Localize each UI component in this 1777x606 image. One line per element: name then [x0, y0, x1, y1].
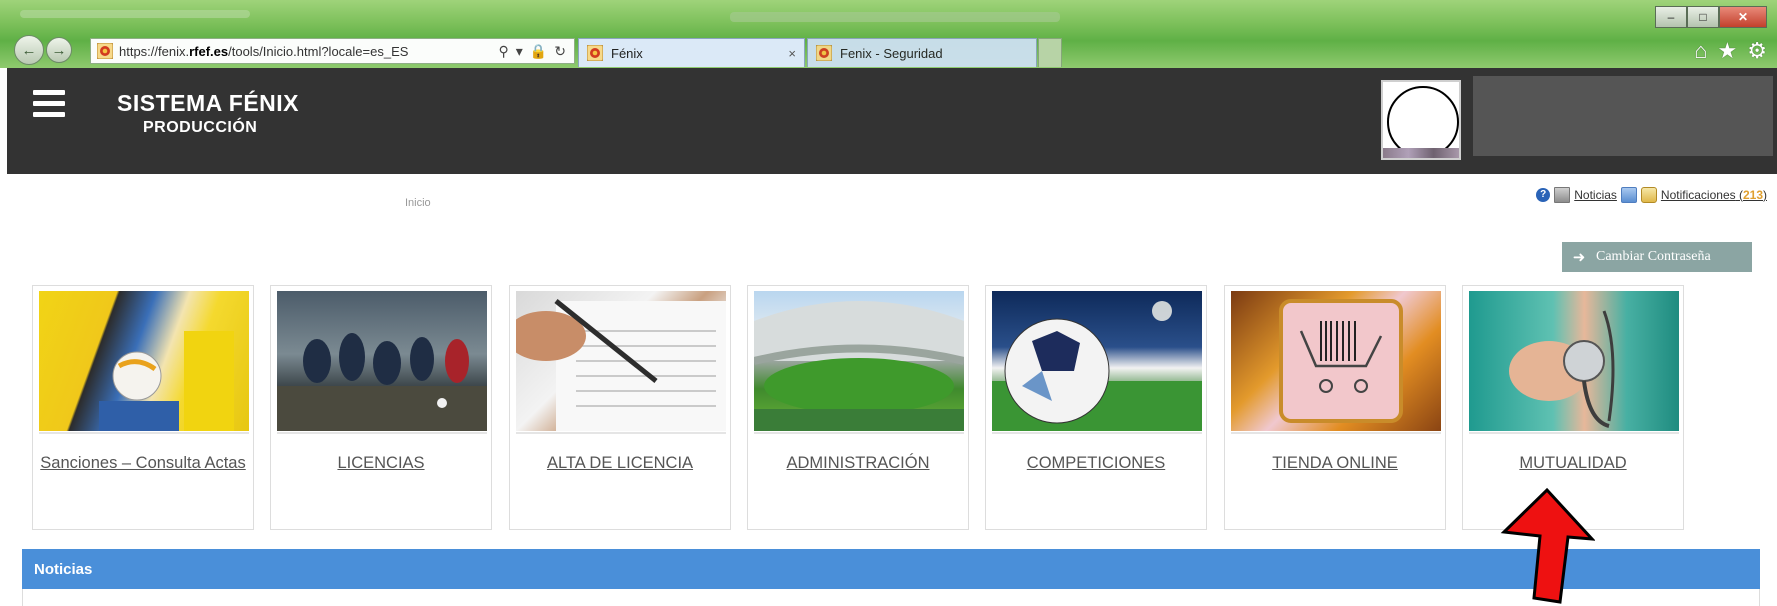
change-password-button[interactable]: ➜ Cambiar Contraseña [1562, 242, 1752, 272]
window-title-blur [730, 12, 1060, 22]
maximize-icon[interactable]: □ [1687, 6, 1719, 28]
news-icon [1554, 187, 1571, 203]
environment-label: PRODUCCIÓN [143, 119, 258, 136]
tile-alta-licencia[interactable]: ALTA DE LICENCIA [509, 285, 731, 530]
browser-chrome: ← → https://fenix.rfef.es/tools/Inicio.h… [0, 0, 1777, 68]
tile-licencias[interactable]: LICENCIAS [270, 285, 492, 530]
doctor-stethoscope-image [1469, 291, 1679, 431]
signing-document-image [516, 291, 726, 431]
referees-image [39, 291, 249, 431]
breadcrumb[interactable]: Inicio [405, 197, 431, 209]
top-links: ? Noticias Notificaciones (213) [1536, 187, 1767, 203]
shopping-cart-key-image [1231, 291, 1441, 431]
tile-label[interactable]: MUTUALIDAD [1469, 453, 1677, 473]
window-controls: – □ ✕ [1655, 6, 1767, 28]
system-title: SISTEMA FÉNIX [117, 90, 299, 116]
new-tab-button[interactable] [1038, 38, 1062, 67]
site-favicon-icon [587, 45, 603, 61]
hamburger-menu-icon[interactable] [33, 90, 65, 118]
tab-label: Fenix - Seguridad [840, 45, 943, 61]
players-image [277, 291, 487, 431]
tile-label[interactable]: Sanciones – Consulta Actas [39, 453, 247, 473]
search-icon[interactable]: ⚲ [499, 43, 509, 60]
settings-gear-icon[interactable]: ⚙ [1747, 38, 1767, 64]
site-favicon-icon [97, 43, 113, 59]
notifications-count: 213 [1742, 188, 1763, 202]
arrow-right-icon: ➜ [1572, 248, 1586, 266]
back-arrow-icon[interactable]: ← [14, 35, 44, 65]
address-bar[interactable]: https://fenix.rfef.es/tools/Inicio.html?… [90, 38, 575, 64]
stadium-image [754, 291, 964, 431]
tile-label[interactable]: ADMINISTRACIÓN [754, 453, 962, 473]
dropdown-icon[interactable]: ▾ [516, 43, 523, 60]
notifications-link[interactable]: Notificaciones (213) [1661, 188, 1767, 202]
minimize-icon[interactable]: – [1655, 6, 1687, 28]
help-icon[interactable]: ? [1536, 188, 1551, 202]
favorites-star-icon[interactable]: ★ [1718, 38, 1738, 64]
tab-fenix-seguridad[interactable]: Fenix - Seguridad [807, 38, 1037, 67]
tile-tienda-online[interactable]: TIENDA ONLINE [1224, 285, 1446, 530]
tile-label[interactable]: TIENDA ONLINE [1231, 453, 1439, 473]
change-password-label: Cambiar Contraseña [1596, 249, 1711, 264]
tile-competiciones[interactable]: COMPETICIONES [985, 285, 1207, 530]
tile-label[interactable]: COMPETICIONES [992, 453, 1200, 473]
avatar[interactable] [1381, 80, 1461, 160]
refresh-icon[interactable]: ↻ [554, 43, 566, 60]
close-tab-icon[interactable]: × [788, 46, 804, 61]
tile-administracion[interactable]: ADMINISTRACIÓN [747, 285, 969, 530]
notifications-icon [1620, 187, 1637, 203]
tab-fenix[interactable]: Fénix × [578, 38, 805, 67]
red-arrow-annotation [1500, 487, 1595, 604]
browser-toolbar: ⌂ ★ ⚙ [1694, 38, 1767, 64]
tab-label: Fénix [611, 45, 643, 61]
tile-label[interactable]: LICENCIAS [277, 453, 485, 473]
user-info-redacted [1473, 76, 1773, 156]
lock-icon: 🔒 [529, 42, 548, 59]
site-favicon-icon [816, 45, 832, 61]
home-icon[interactable]: ⌂ [1694, 38, 1707, 64]
tile-label[interactable]: ALTA DE LICENCIA [516, 453, 724, 473]
tile-sanciones[interactable]: Sanciones – Consulta Actas [32, 285, 254, 530]
soccer-ball-image [992, 291, 1202, 431]
app-header: SISTEMA FÉNIX PRODUCCIÓN [7, 68, 1777, 174]
mail-icon [1640, 187, 1657, 203]
url-text: https://fenix.rfef.es/tools/Inicio.html?… [119, 43, 409, 59]
window-title-blur [20, 10, 250, 18]
news-link[interactable]: Noticias [1574, 188, 1617, 202]
forward-arrow-icon[interactable]: → [46, 37, 72, 63]
close-window-icon[interactable]: ✕ [1719, 6, 1767, 28]
